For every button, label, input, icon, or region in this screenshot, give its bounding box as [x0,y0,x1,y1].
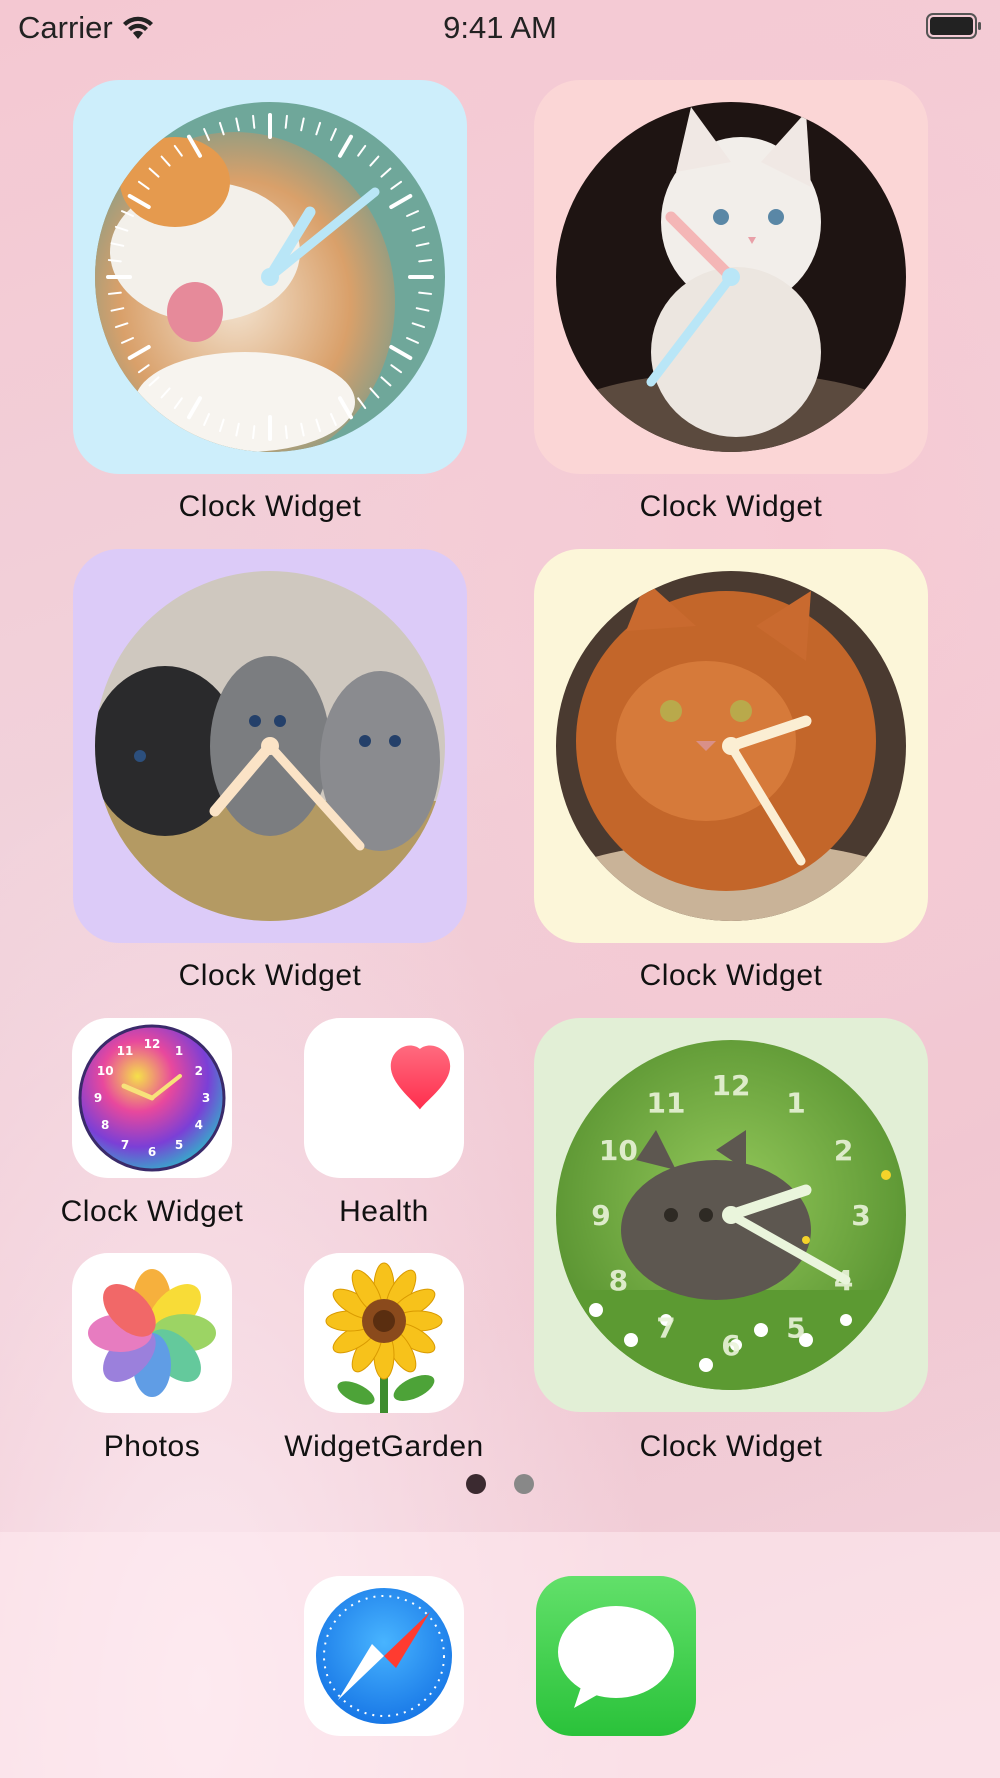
clock-numeral: 12 [712,1069,751,1102]
tick-mark [284,425,288,440]
tick-mark [418,291,433,295]
clock-numeral: 5 [786,1312,805,1345]
clock-numeral: 8 [101,1118,109,1132]
tick-mark [107,291,122,295]
heart-icon [390,1045,451,1110]
widgetgarden-app-icon[interactable] [304,1253,464,1413]
clock-widget-3[interactable] [73,549,467,943]
clock-numeral: 10 [599,1134,638,1167]
messages-app-icon[interactable] [536,1576,696,1736]
clock-numeral: 10 [97,1064,114,1078]
cat-photo-clock: 121234567891011 [556,1040,906,1390]
cat-photo-clock [556,571,906,921]
dock [0,1532,1000,1778]
tick-mark [107,259,122,263]
clock-numeral: 1 [175,1044,183,1058]
safari-compass-icon [316,1588,452,1724]
clock-numeral: 6 [148,1145,156,1159]
cat-photo-clock [95,102,445,452]
clock-numeral: 7 [656,1312,675,1345]
page-dot-1[interactable] [466,1474,486,1494]
status-bar: Carrier 9:41 AM [0,0,1000,56]
sunflower-icon [325,1262,443,1413]
clock-widget-5[interactable]: 121234567891011 [534,1018,928,1412]
widget-label: Clock Widget [178,959,362,992]
safari-app-icon[interactable] [304,1576,464,1736]
widget-label: Clock Widget [178,490,362,523]
clock-face [556,571,906,921]
page-indicator[interactable] [0,1474,1000,1494]
tick-mark [252,425,256,440]
battery-icon [926,13,981,39]
app-label: WidgetGarden [284,1430,484,1463]
clock-face [95,571,445,921]
widget-label: Clock Widget [639,1430,823,1463]
tick-mark [418,259,433,263]
clock-face [95,102,445,452]
photos-app-icon[interactable] [72,1253,232,1413]
clock-numeral: 11 [117,1044,134,1058]
widget-label: Clock Widget [639,490,823,523]
clock-numeral: 9 [591,1199,610,1232]
clock-numeral: 11 [647,1086,686,1119]
clock-numeral: 9 [94,1091,102,1105]
clock-face: 121234567891011 [556,1040,906,1390]
clock-numeral: 1 [786,1086,805,1119]
tick-mark [284,114,288,129]
clock-numeral: 8 [609,1264,628,1297]
clock-widget-4[interactable] [534,549,928,943]
clock-numeral: 2 [834,1134,853,1167]
photos-flower-icon [88,1269,216,1397]
status-time: 9:41 AM [443,10,557,45]
messages-bubble-icon [558,1606,674,1708]
page-dot-2[interactable] [514,1474,534,1494]
clock-widget-2[interactable] [534,80,928,474]
clock-numeral: 5 [175,1138,183,1152]
clock-numeral: 2 [195,1064,203,1078]
widget-label: Clock Widget [639,959,823,992]
clock-numeral: 3 [202,1091,210,1105]
clock-numeral: 6 [721,1329,740,1362]
clock-numeral: 12 [144,1037,161,1051]
clock-numeral: 3 [851,1199,870,1232]
app-label: Health [339,1195,429,1228]
cat-photo-clock [556,102,906,452]
health-app-icon[interactable] [304,1018,464,1178]
clock-face [556,102,906,452]
clock-numeral: 7 [121,1138,129,1152]
clock-widget-1[interactable] [73,80,467,474]
clock-numeral: 4 [195,1118,203,1132]
tick-mark [252,114,256,129]
colorful-clock-icon: 12 12 3 45 6 78 9 1011 [78,1024,226,1172]
cat-photo-clock [95,571,445,921]
clock-widget-app-icon[interactable]: 12 1 2 3 4 5 6 7 8 9 10 11 [72,1018,232,1178]
